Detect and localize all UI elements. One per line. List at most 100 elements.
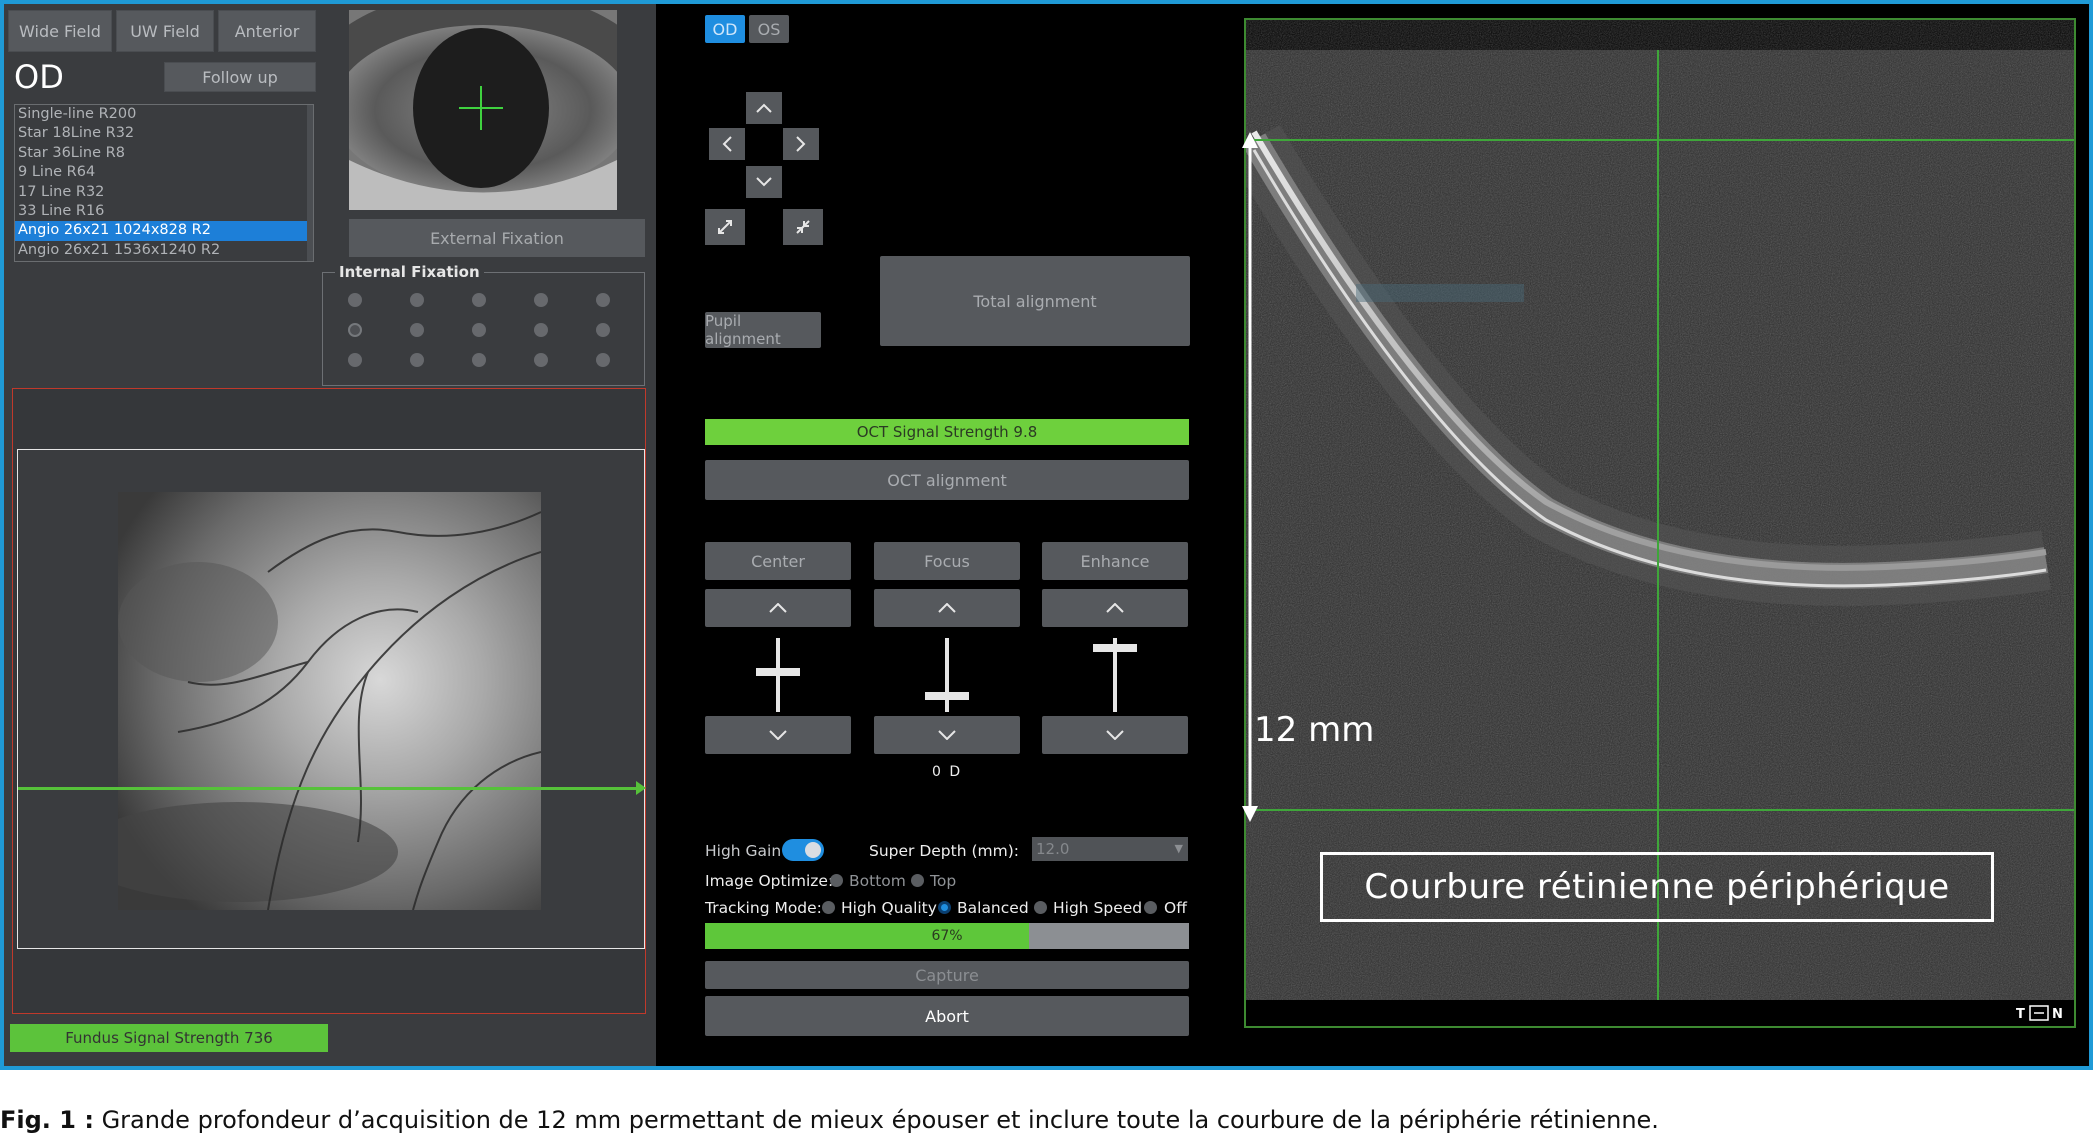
eye-od-button[interactable]: OD	[705, 15, 745, 43]
radio-high-quality[interactable]	[822, 901, 835, 914]
fixation-point[interactable]	[410, 353, 424, 367]
center-slider[interactable]	[705, 636, 851, 716]
external-fixation-button[interactable]: External Fixation	[349, 219, 645, 257]
radio-top-label: Top	[930, 872, 957, 890]
fundus-image	[118, 492, 541, 910]
collapse-icon	[796, 220, 810, 234]
fixation-point[interactable]	[596, 293, 610, 307]
focus-down-button[interactable]	[874, 716, 1020, 754]
collapse-button[interactable]	[783, 209, 823, 245]
list-item-selected[interactable]: Angio 26x21 1024x828 R2	[15, 221, 313, 241]
super-depth-select[interactable]: 12.0 ▼	[1032, 837, 1188, 861]
center-down-button[interactable]	[705, 716, 851, 754]
enhance-button[interactable]: Enhance	[1042, 542, 1188, 580]
figure-caption: Fig. 1 : Grande profondeur d’acquisition…	[0, 1106, 1659, 1134]
annotation-box: Courbure rétinienne périphérique	[1320, 852, 1994, 922]
figure-caption-text: Grande profondeur d’acquisition de 12 mm…	[93, 1106, 1659, 1134]
chevron-down-icon	[1106, 730, 1124, 740]
capture-button[interactable]: Capture	[705, 961, 1189, 989]
chevron-left-icon	[722, 136, 732, 152]
high-gain-toggle[interactable]	[782, 839, 824, 861]
list-item[interactable]: 33 Line R16	[15, 202, 313, 221]
fixation-point[interactable]	[596, 323, 610, 337]
list-item[interactable]: Angio 26x21 1536x1240 R2	[15, 241, 313, 260]
oct-alignment-button[interactable]: OCT alignment	[705, 460, 1189, 500]
move-down-button[interactable]	[746, 166, 782, 198]
tracking-mode-label: Tracking Mode:	[705, 899, 822, 917]
focus-button[interactable]: Focus	[874, 542, 1020, 580]
figure-caption-prefix: Fig. 1 :	[0, 1106, 94, 1134]
total-alignment-button[interactable]: Total alignment	[880, 256, 1190, 346]
pupil-image	[349, 10, 617, 210]
tab-uw-field[interactable]: UW Field	[116, 10, 214, 52]
list-item[interactable]: Star 18Line R32	[15, 124, 313, 143]
eye-os-button[interactable]: OS	[749, 15, 789, 43]
pupil-camera-view	[349, 10, 617, 210]
fixation-point[interactable]	[534, 353, 548, 367]
follow-up-button[interactable]: Follow up	[164, 62, 316, 92]
fixation-point[interactable]	[596, 353, 610, 367]
expand-icon	[718, 220, 732, 234]
progress-bar: 67%	[705, 923, 1189, 949]
chevron-down-icon	[769, 730, 787, 740]
dropdown-arrow-icon: ▼	[1174, 842, 1183, 855]
radio-high-speed[interactable]	[1034, 901, 1047, 914]
fixation-point[interactable]	[348, 293, 362, 307]
list-item[interactable]: 17 Line R32	[15, 183, 313, 202]
tab-wide-field[interactable]: Wide Field	[8, 10, 112, 52]
center-button[interactable]: Center	[705, 542, 851, 580]
radio-high-speed-label: High Speed	[1053, 899, 1143, 917]
oct-scan-panel: T N 12 mm Courbure rétinienne périphériq…	[1240, 4, 2089, 1066]
radio-bottom[interactable]	[830, 874, 843, 887]
eye-label: OD	[14, 58, 64, 96]
internal-fixation-group: Internal Fixation	[322, 263, 645, 386]
fundus-viewport	[12, 388, 646, 1014]
tab-anterior[interactable]: Anterior	[218, 10, 316, 52]
list-item[interactable]: Star 36Line R8	[15, 144, 313, 163]
list-scrollbar[interactable]	[307, 105, 313, 261]
radio-high-quality-label: High Quality	[841, 899, 937, 917]
fixation-point[interactable]	[472, 353, 486, 367]
scan-protocol-list[interactable]: Single-line R200 Star 18Line R32 Star 36…	[14, 104, 314, 262]
fixation-point[interactable]	[472, 323, 486, 337]
radio-bottom-label: Bottom	[849, 872, 906, 890]
chevron-right-icon	[796, 136, 806, 152]
temporal-label: T	[2016, 1007, 2025, 1022]
radio-top[interactable]	[911, 874, 924, 887]
list-item[interactable]: 9 Line R64	[15, 163, 313, 182]
radio-off[interactable]	[1144, 901, 1157, 914]
oct-signal-strength-bar: OCT Signal Strength 9.8	[705, 419, 1189, 445]
chevron-down-icon	[756, 177, 772, 187]
center-up-button[interactable]	[705, 589, 851, 627]
left-panel: Wide Field UW Field Anterior OD Follow u…	[4, 4, 656, 1066]
list-item[interactable]: Single-line R200	[15, 105, 313, 124]
fixation-point[interactable]	[534, 293, 548, 307]
radio-balanced[interactable]	[938, 901, 951, 914]
abort-button[interactable]: Abort	[705, 996, 1189, 1036]
radio-balanced-label: Balanced	[957, 899, 1029, 917]
chevron-up-icon	[769, 603, 787, 613]
focus-slider[interactable]	[874, 636, 1020, 716]
depth-label: 12 mm	[1254, 710, 1375, 750]
high-gain-label: High Gain	[705, 842, 782, 860]
enhance-up-button[interactable]	[1042, 589, 1188, 627]
fundus-signal-strength: Fundus Signal Strength 736	[10, 1024, 328, 1052]
control-panel: OD OS Pupil alignment Total alignment OC…	[656, 4, 1240, 1066]
toggle-knob	[805, 842, 821, 858]
focus-up-button[interactable]	[874, 589, 1020, 627]
enhance-down-button[interactable]	[1042, 716, 1188, 754]
move-left-button[interactable]	[709, 128, 745, 160]
move-right-button[interactable]	[783, 128, 819, 160]
enhance-slider[interactable]	[1042, 636, 1188, 716]
pupil-alignment-button[interactable]: Pupil alignment	[705, 312, 821, 348]
fixation-point-selected[interactable]	[348, 323, 362, 337]
chevron-up-icon	[756, 103, 772, 113]
scan-line[interactable]	[18, 787, 642, 790]
fixation-point[interactable]	[534, 323, 548, 337]
expand-button[interactable]	[705, 209, 745, 245]
fixation-point[interactable]	[410, 293, 424, 307]
fixation-point[interactable]	[410, 323, 424, 337]
move-up-button[interactable]	[746, 92, 782, 124]
fixation-point[interactable]	[348, 353, 362, 367]
fixation-point[interactable]	[472, 293, 486, 307]
